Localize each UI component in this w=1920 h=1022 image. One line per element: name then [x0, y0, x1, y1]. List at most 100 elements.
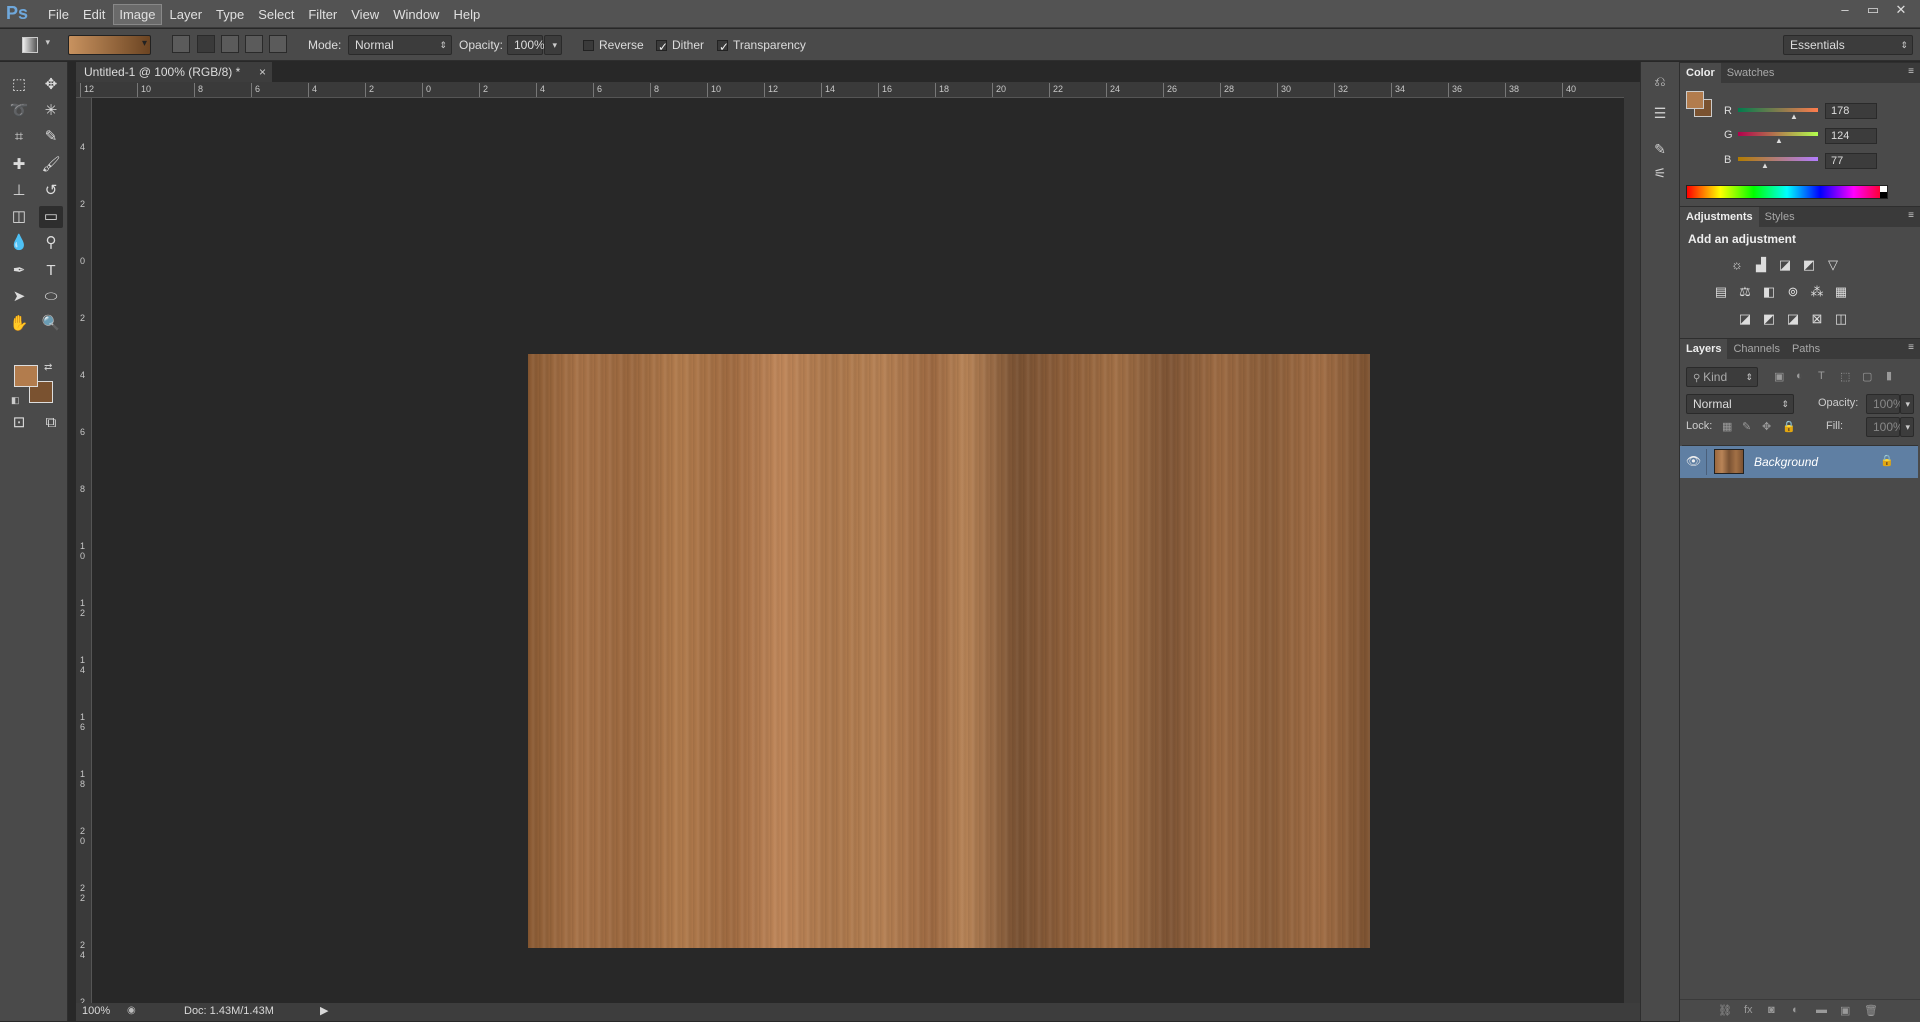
- menu-image[interactable]: Image: [113, 3, 162, 25]
- red-slider[interactable]: [1738, 108, 1818, 112]
- document-canvas[interactable]: [528, 354, 1370, 948]
- blue-slider-handle[interactable]: ▲: [1761, 161, 1769, 170]
- panel-menu-icon[interactable]: ≡: [1908, 66, 1914, 77]
- screen-mode-icon[interactable]: ⧉: [39, 412, 63, 434]
- eyedropper-tool-icon[interactable]: ✎: [39, 126, 63, 148]
- dodge-tool-icon[interactable]: ⚲: [39, 232, 63, 254]
- minimize-button[interactable]: –: [1832, 2, 1858, 18]
- move-tool-icon[interactable]: ✥: [39, 74, 63, 96]
- reflected-gradient-button[interactable]: [245, 35, 263, 53]
- tab-styles[interactable]: Styles: [1759, 207, 1801, 227]
- filter-adjustment-icon[interactable]: ◐: [1796, 370, 1803, 382]
- type-tool-icon[interactable]: T: [39, 260, 63, 282]
- default-colors-icon[interactable]: ◧: [11, 395, 20, 406]
- linear-gradient-button[interactable]: [172, 35, 190, 53]
- threshold-icon[interactable]: ◪: [1784, 311, 1802, 327]
- menu-window[interactable]: Window: [387, 4, 445, 25]
- fx-icon[interactable]: fx: [1744, 1004, 1753, 1016]
- blue-value[interactable]: 77: [1825, 153, 1877, 169]
- layer-thumbnail[interactable]: [1714, 449, 1744, 474]
- green-value[interactable]: 124: [1825, 128, 1877, 144]
- dither-checkbox[interactable]: [656, 37, 668, 57]
- color-spectrum-bar[interactable]: [1686, 185, 1888, 199]
- reverse-option[interactable]: Reverse: [583, 35, 644, 55]
- crop-tool-icon[interactable]: ⌗: [7, 126, 31, 148]
- menu-help[interactable]: Help: [447, 4, 486, 25]
- lock-all-icon[interactable]: 🔒: [1782, 420, 1796, 433]
- filter-smart-object-icon[interactable]: ▢: [1862, 370, 1872, 383]
- filter-shape-icon[interactable]: ⬚: [1840, 370, 1850, 383]
- brush-presets-icon[interactable]: ⚟: [1649, 162, 1671, 184]
- lock-transparent-icon[interactable]: ▦: [1722, 420, 1732, 433]
- swap-colors-icon[interactable]: ⇄: [44, 362, 52, 373]
- clone-stamp-tool-icon[interactable]: ⊥: [7, 180, 31, 202]
- new-group-icon[interactable]: ▬: [1816, 1004, 1827, 1016]
- layer-row[interactable]: 👁 Background 🔒: [1680, 446, 1918, 478]
- filter-pixel-icon[interactable]: ▣: [1774, 370, 1784, 383]
- filter-type-icon[interactable]: T: [1818, 370, 1825, 382]
- tab-swatches[interactable]: Swatches: [1721, 63, 1781, 83]
- channel-mixer-icon[interactable]: ⁂: [1808, 284, 1826, 300]
- panel-menu-icon[interactable]: ≡: [1908, 210, 1914, 221]
- foreground-color-chip[interactable]: [1686, 91, 1704, 109]
- marquee-tool-icon[interactable]: ⬚: [7, 74, 31, 96]
- red-value[interactable]: 178: [1825, 103, 1877, 119]
- brightness-contrast-icon[interactable]: ☼: [1728, 257, 1746, 273]
- exposure-icon[interactable]: ◩: [1800, 257, 1818, 273]
- color-lookup-icon[interactable]: ▦: [1832, 284, 1850, 300]
- tab-color[interactable]: Color: [1680, 63, 1721, 83]
- photo-filter-icon[interactable]: ⊚: [1784, 284, 1802, 300]
- lasso-tool-icon[interactable]: ➰: [7, 100, 31, 122]
- layer-name[interactable]: Background: [1754, 455, 1818, 469]
- opacity-dropdown[interactable]: ▾: [544, 35, 562, 55]
- gradient-map-icon[interactable]: ⊠: [1808, 311, 1826, 327]
- blend-mode-select[interactable]: Normal ⇕: [1686, 394, 1794, 414]
- properties-panel-icon[interactable]: ☰: [1649, 102, 1671, 124]
- filter-kind-select[interactable]: ⚲ Kind ⇕: [1686, 367, 1758, 387]
- mode-select[interactable]: Normal ⇕: [348, 35, 452, 55]
- quick-mask-icon[interactable]: ⊡: [7, 412, 31, 434]
- visibility-eye-icon[interactable]: 👁: [1686, 454, 1701, 468]
- black-white-icon[interactable]: ◧: [1760, 284, 1778, 300]
- tab-adjustments[interactable]: Adjustments: [1680, 207, 1759, 227]
- tool-preset-picker[interactable]: ▾: [20, 35, 50, 55]
- workspace-select[interactable]: Essentials ⇕: [1783, 35, 1913, 55]
- menu-filter[interactable]: Filter: [302, 4, 343, 25]
- reverse-checkbox[interactable]: [583, 40, 594, 52]
- opacity-input[interactable]: 100%: [507, 35, 545, 55]
- vibrance-icon[interactable]: ▽: [1824, 257, 1842, 273]
- new-adjustment-icon[interactable]: ◐: [1792, 1004, 1799, 1016]
- fill-input[interactable]: 100%: [1866, 417, 1904, 437]
- ellipse-tool-icon[interactable]: ⬭: [39, 286, 63, 308]
- vertical-scrollbar[interactable]: [1624, 82, 1640, 1003]
- lock-position-icon[interactable]: ✥: [1762, 420, 1771, 433]
- magic-wand-tool-icon[interactable]: ✳: [39, 100, 63, 122]
- tab-layers[interactable]: Layers: [1680, 339, 1728, 359]
- pen-tool-icon[interactable]: ✒: [7, 260, 31, 282]
- dither-option[interactable]: Dither: [656, 35, 704, 57]
- menu-file[interactable]: File: [42, 4, 75, 25]
- green-slider-handle[interactable]: ▲: [1775, 136, 1783, 145]
- blur-tool-icon[interactable]: 💧: [7, 232, 31, 254]
- history-brush-tool-icon[interactable]: ↺: [39, 180, 63, 202]
- menu-type[interactable]: Type: [210, 4, 250, 25]
- close-app-button[interactable]: ✕: [1888, 2, 1914, 18]
- color-balance-icon[interactable]: ⚖: [1736, 284, 1754, 300]
- posterize-icon[interactable]: ◩: [1760, 311, 1778, 327]
- lock-image-icon[interactable]: ✎: [1742, 420, 1751, 433]
- healing-brush-tool-icon[interactable]: ✚: [7, 154, 31, 176]
- angle-gradient-button[interactable]: [221, 35, 239, 53]
- tab-channels[interactable]: Channels: [1727, 339, 1785, 359]
- menu-edit[interactable]: Edit: [77, 4, 111, 25]
- brush-tool-icon[interactable]: 🖌: [39, 154, 63, 176]
- status-menu-arrow-icon[interactable]: ▶: [320, 1004, 328, 1017]
- transparency-checkbox[interactable]: [717, 37, 729, 57]
- history-panel-icon[interactable]: ⎌: [1649, 70, 1671, 92]
- blue-slider[interactable]: [1738, 157, 1818, 161]
- trash-icon[interactable]: 🗑: [1864, 1004, 1878, 1017]
- hand-tool-icon[interactable]: ✋: [7, 313, 31, 335]
- filter-toggle-icon[interactable]: ▮: [1886, 369, 1892, 382]
- invert-icon[interactable]: ◪: [1736, 311, 1754, 327]
- layer-opacity-input[interactable]: 100%: [1866, 394, 1904, 414]
- path-selection-tool-icon[interactable]: ➤: [7, 286, 31, 308]
